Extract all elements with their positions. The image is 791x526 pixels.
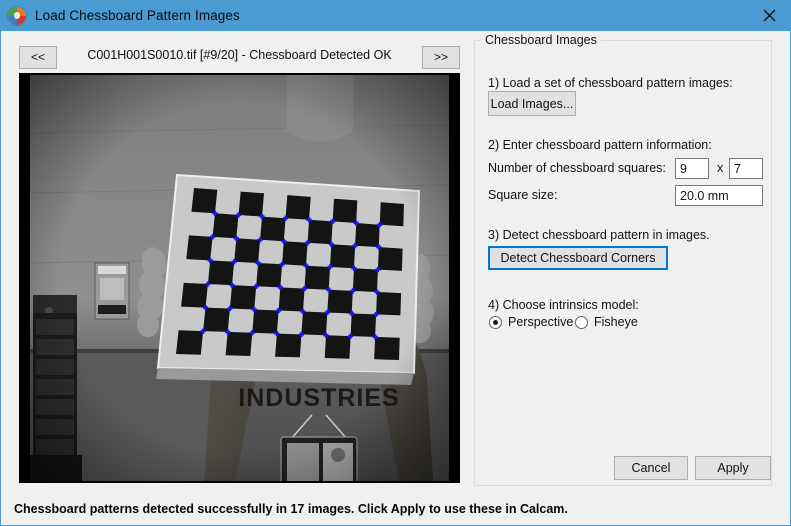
square-size-label: Square size:: [488, 188, 558, 202]
radio-perspective-label: Perspective: [508, 315, 574, 329]
status-message: Chessboard patterns detected successfull…: [14, 502, 568, 516]
radio-perspective[interactable]: Perspective: [489, 315, 573, 329]
radio-fisheye[interactable]: Fisheye: [575, 315, 638, 329]
image-caption: C001H001S0010.tif [#9/20] - Chessboard D…: [87, 48, 392, 62]
step4-label: 4) Choose intrinsics model:: [488, 298, 639, 312]
cancel-button[interactable]: Cancel: [614, 456, 688, 480]
previous-image-button[interactable]: <<: [19, 46, 57, 69]
next-image-button[interactable]: >>: [422, 46, 460, 69]
squares-separator: x: [717, 161, 724, 175]
squares-y-input[interactable]: [729, 158, 763, 179]
chessboard-photo: PLASMA INDUSTRIES: [19, 73, 460, 483]
squares-x-input[interactable]: [675, 158, 709, 179]
load-images-button[interactable]: Load Images...: [488, 91, 576, 116]
title-bar: Load Chessboard Pattern Images: [1, 0, 790, 31]
step3-label: 3) Detect chessboard pattern in images.: [488, 228, 710, 242]
step2-label: 2) Enter chessboard pattern information:: [488, 138, 712, 152]
dialog-window: Load Chessboard Pattern Images << C001H0…: [0, 0, 791, 526]
square-size-input[interactable]: [675, 185, 763, 206]
radio-perspective-icon: [489, 315, 502, 329]
calcam-logo-icon: [8, 6, 26, 25]
radio-fisheye-icon: [575, 315, 588, 329]
apply-button[interactable]: Apply: [695, 456, 771, 480]
image-nav-row: << C001H001S0010.tif [#9/20] - Chessboar…: [19, 46, 460, 70]
radio-fisheye-label: Fisheye: [594, 315, 638, 329]
chessboard-image-view[interactable]: PLASMA INDUSTRIES: [19, 73, 460, 483]
detect-chessboard-corners-button[interactable]: Detect Chessboard Corners: [488, 246, 668, 270]
step1-label: 1) Load a set of chessboard pattern imag…: [488, 76, 733, 90]
group-title: Chessboard Images: [481, 33, 601, 47]
status-bar: Chessboard patterns detected successfull…: [1, 493, 790, 525]
squares-count-label: Number of chessboard squares:: [488, 161, 666, 175]
close-icon[interactable]: [746, 0, 790, 31]
window-title: Load Chessboard Pattern Images: [35, 8, 240, 23]
